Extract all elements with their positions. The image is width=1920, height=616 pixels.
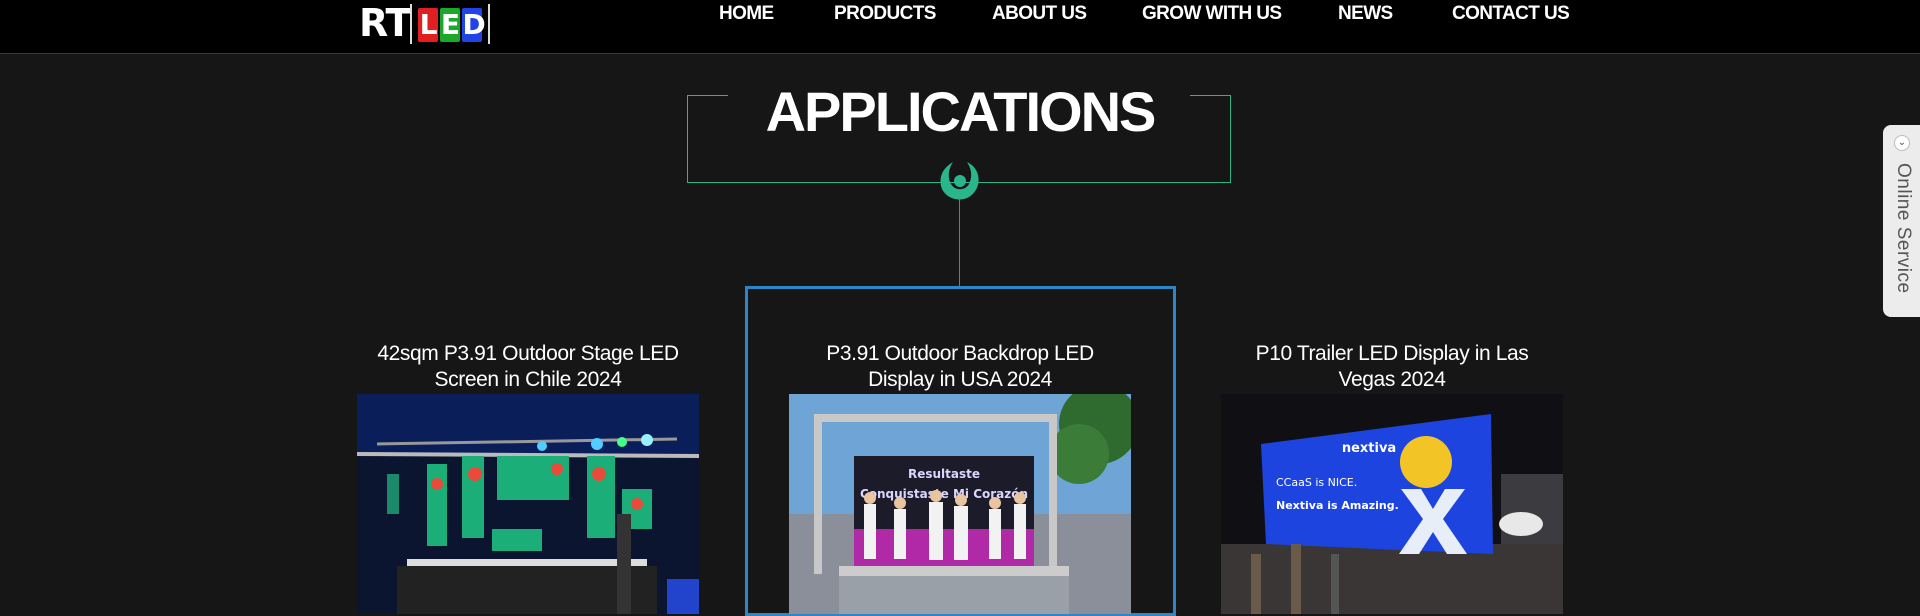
nav-grow-with-us[interactable]: GROW WITH US <box>1142 3 1282 25</box>
logo-rt-text: RT <box>359 1 411 45</box>
card-title-usa[interactable]: P3.91 Outdoor Backdrop LED Display in US… <box>785 341 1135 393</box>
backdrop-text-line2: Conquistaste Mi Corazón <box>860 487 1028 501</box>
logo-letter-d: D <box>462 8 486 42</box>
card-title-line: P10 Trailer LED Display in Las <box>1255 342 1529 365</box>
online-service-label: Online Service <box>1893 163 1914 294</box>
card-title-line: Display in USA 2024 <box>868 368 1052 391</box>
logo-truss-right <box>488 4 491 44</box>
chevron-down-icon[interactable]: ⌄ <box>1894 135 1910 151</box>
nav-home[interactable]: HOME <box>719 3 774 25</box>
nav-products[interactable]: PRODUCTS <box>834 3 936 25</box>
logo-letter-l: L <box>418 8 439 42</box>
card-title-line: Vegas 2024 <box>1338 368 1446 391</box>
trailer-led-display-image[interactable]: nextiva CCaaS is NICE. Nextiva is Amazin… <box>1221 394 1563 614</box>
nav-about-us[interactable]: ABOUT US <box>992 3 1087 25</box>
card-title-line: Screen in Chile 2024 <box>434 368 622 391</box>
backdrop-text-line1: Resultaste <box>908 467 980 481</box>
card-title-line: P3.91 Outdoor Backdrop LED <box>826 342 1094 365</box>
trailer-text-line2: Nextiva is Amazing. <box>1276 499 1399 512</box>
logo-led-letters: L E D <box>410 4 491 44</box>
site-header: RT L E D HOME PRODUCTS ABOUT US GROW WIT… <box>0 0 1920 54</box>
logo-truss-left <box>410 4 413 44</box>
title-connector-line <box>959 199 960 287</box>
card-title-chile[interactable]: 42sqm P3.91 Outdoor Stage LED Screen in … <box>353 341 703 393</box>
logo-letter-e: E <box>440 8 461 42</box>
nav-contact-us[interactable]: CONTACT US <box>1452 3 1570 25</box>
online-service-tab[interactable]: ⌄ Online Service <box>1883 125 1920 317</box>
trailer-text-line1: CCaaS is NICE. <box>1276 476 1357 489</box>
backdrop-led-display-image[interactable]: Resultaste Conquistaste Mi Corazón <box>789 394 1131 614</box>
drop-icon <box>940 162 979 200</box>
rtled-logo[interactable]: RT L E D <box>359 0 491 45</box>
section-title: APPLICATIONS <box>765 80 1157 143</box>
stage-led-screen-image[interactable] <box>357 394 699 614</box>
trailer-brand-text: nextiva <box>1342 441 1396 456</box>
card-title-las-vegas[interactable]: P10 Trailer LED Display in Las Vegas 202… <box>1217 341 1567 393</box>
nav-news[interactable]: NEWS <box>1338 3 1393 25</box>
card-title-line: 42sqm P3.91 Outdoor Stage LED <box>377 342 679 365</box>
